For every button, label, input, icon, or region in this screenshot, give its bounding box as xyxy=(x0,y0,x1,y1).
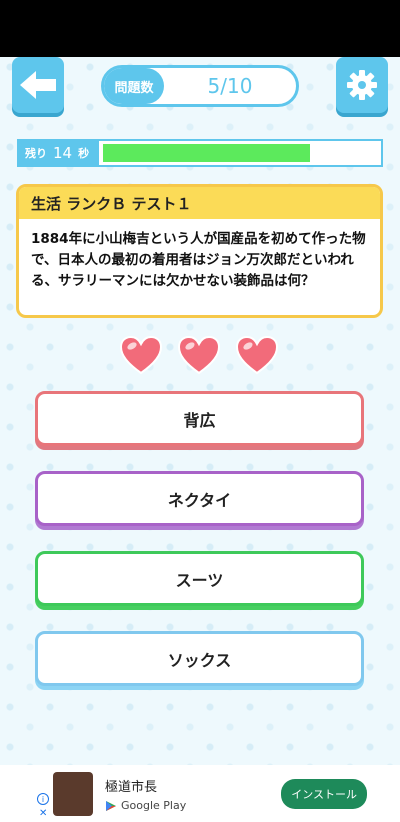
lives xyxy=(119,335,279,375)
question-text: 1884年に小山梅吉という人が国産品を初めて作った物で、日本人の最初の着用者はジ… xyxy=(31,231,366,289)
time-bar-track xyxy=(103,144,379,162)
time-label: 残り 14 秒 xyxy=(19,141,99,165)
google-play-icon xyxy=(106,800,116,811)
game-screen: 問題数 5/10 残り 14 秒 生活 ランクＢ テスト１ 1884年に小山梅吉… xyxy=(0,57,400,765)
time-seconds: 14 xyxy=(53,144,73,162)
heart-icon xyxy=(235,335,279,375)
ad-app-thumbnail xyxy=(53,772,93,816)
question-card: 生活 ランクＢ テスト１ 1884年に小山梅吉という人が国産品を初めて作った物で… xyxy=(16,184,383,318)
status-bar xyxy=(0,0,400,57)
heart-icon xyxy=(177,335,221,375)
ad-store: Google Play xyxy=(105,799,281,812)
answer-option[interactable]: 背広 xyxy=(35,391,364,446)
question-counter-value: 5/10 xyxy=(207,74,253,98)
answer-option[interactable]: ソックス xyxy=(35,631,364,686)
answer-option[interactable]: スーツ xyxy=(35,551,364,606)
heart-icon xyxy=(119,335,163,375)
back-button[interactable] xyxy=(12,57,64,113)
answer-option[interactable]: ネクタイ xyxy=(35,471,364,526)
back-arrow-icon xyxy=(20,71,56,99)
ad-install-button[interactable]: インストール xyxy=(281,779,367,809)
gear-icon xyxy=(347,70,377,100)
question-counter-label: 問題数 xyxy=(104,68,164,104)
time-remaining: 残り 14 秒 xyxy=(17,139,383,167)
ad-store-name: Google Play xyxy=(121,799,187,812)
time-bar-fill xyxy=(103,144,310,162)
settings-button[interactable] xyxy=(336,57,388,113)
time-label-unit: 秒 xyxy=(78,147,90,160)
question-counter: 問題数 5/10 xyxy=(101,65,299,107)
question-category: 生活 ランクＢ テスト１ xyxy=(19,187,380,219)
time-label-remaining: 残り xyxy=(25,147,47,160)
ad-app-name: 極道市長 xyxy=(105,780,158,795)
ad-banner[interactable]: i ✕ 極道市長 Google Play インストール xyxy=(0,765,400,822)
